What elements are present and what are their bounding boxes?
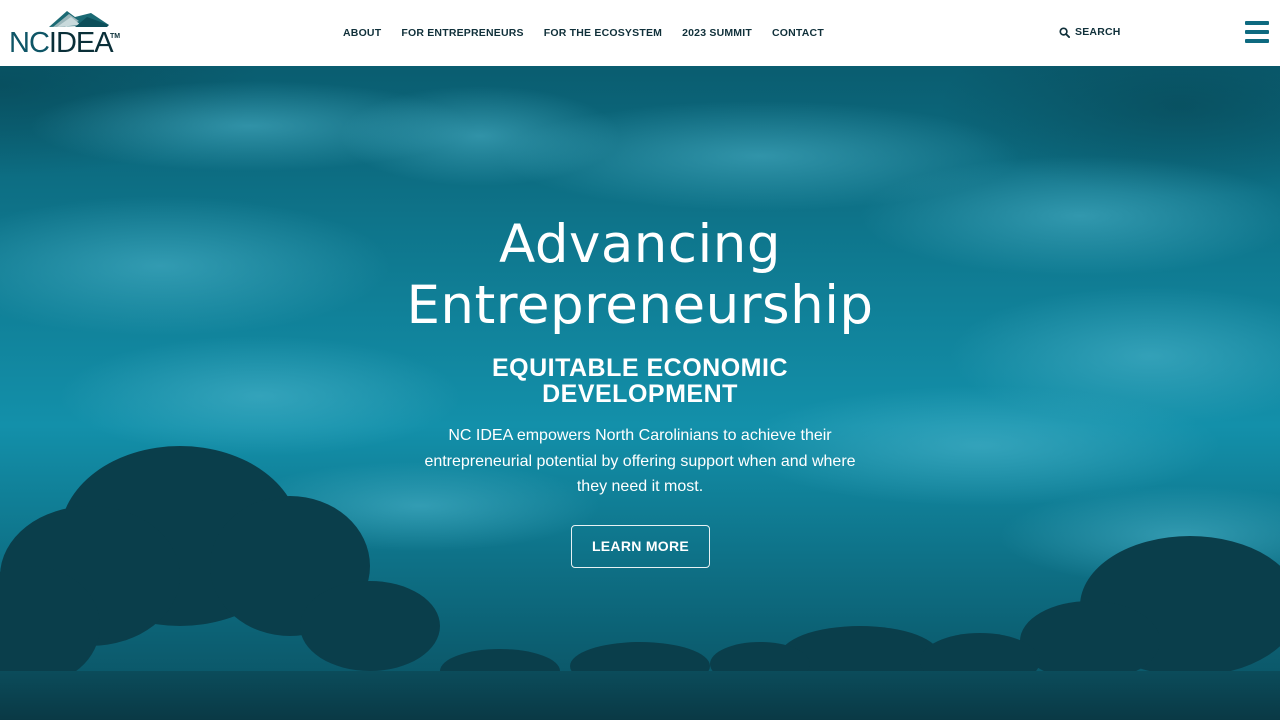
- nav-item-about[interactable]: ABOUT: [343, 26, 381, 40]
- learn-more-button[interactable]: LEARN MORE: [571, 525, 710, 568]
- search-button[interactable]: SEARCH: [1059, 25, 1121, 39]
- hero-section: Advancing Entrepreneurship EQUITABLE ECO…: [0, 66, 1280, 720]
- nav-item-2023-summit[interactable]: 2023 SUMMIT: [682, 26, 752, 40]
- nav-item-contact[interactable]: CONTACT: [772, 26, 824, 40]
- site-header: NCIDEA TM ABOUT FOR ENTREPRENEURS FOR TH…: [0, 0, 1280, 66]
- nc-idea-logo[interactable]: NCIDEA TM: [9, 9, 121, 59]
- search-icon: [1059, 26, 1070, 38]
- hamburger-menu-icon[interactable]: [1245, 21, 1269, 43]
- hero-title: Advancing Entrepreneurship: [340, 214, 940, 336]
- hero-title-line-2: Entrepreneurship: [406, 275, 874, 336]
- hero-title-line-1: Advancing: [499, 214, 781, 275]
- nav-item-for-entrepreneurs[interactable]: FOR ENTREPRENEURS: [401, 26, 523, 40]
- hero-subtitle: EQUITABLE ECONOMIC DEVELOPMENT: [491, 354, 789, 408]
- search-label: SEARCH: [1075, 26, 1121, 38]
- nav-item-for-the-ecosystem[interactable]: FOR THE ECOSYSTEM: [544, 26, 662, 40]
- logo-trademark: TM: [110, 33, 121, 40]
- logo-wordmark: NCIDEA: [9, 27, 114, 59]
- hero-description: NC IDEA empowers North Carolinians to ac…: [424, 427, 856, 495]
- main-nav: ABOUT FOR ENTREPRENEURS FOR THE ECOSYSTE…: [343, 26, 844, 40]
